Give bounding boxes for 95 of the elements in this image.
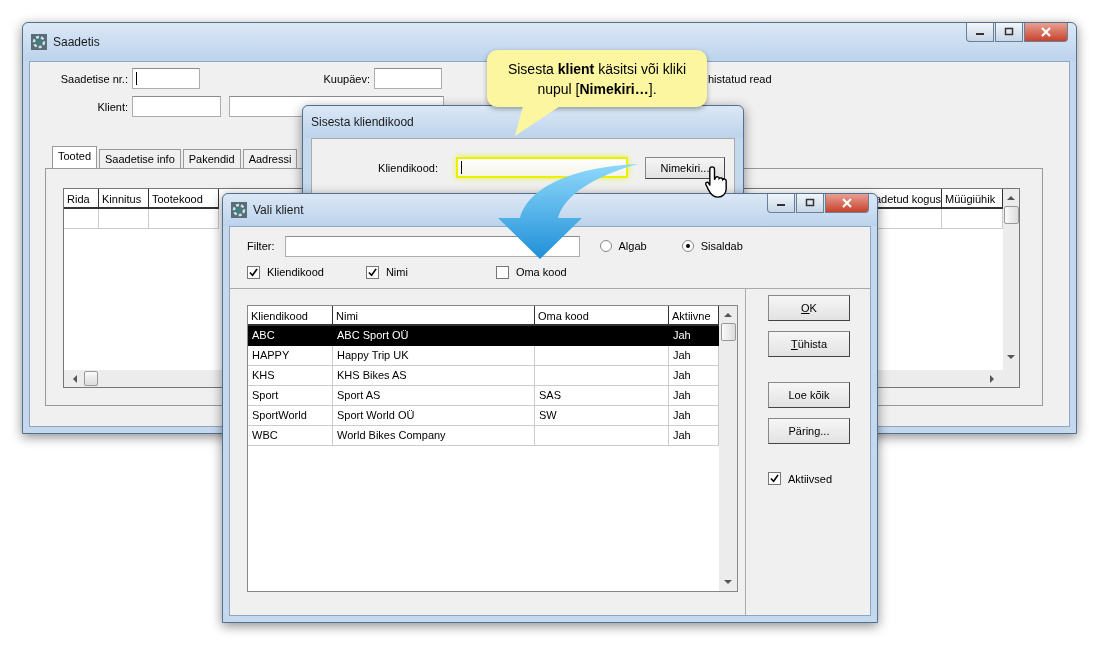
vertical-scrollbar[interactable] (1003, 189, 1019, 387)
checkbox[interactable] (247, 265, 260, 279)
maximize-icon (1004, 27, 1014, 37)
dialog-button[interactable]: Päring... (768, 418, 850, 444)
table-cell: Happy Trip UK (337, 349, 409, 361)
maximize-icon (805, 198, 815, 208)
table-cell (149, 209, 219, 229)
table-row[interactable]: Sport Sport AS SAS Jah (248, 386, 719, 406)
window-title: Sisesta kliendikood (311, 115, 414, 129)
table-cell: Sport (252, 389, 279, 401)
dialog-button[interactable]: Tühista (768, 331, 850, 357)
input-field[interactable] (374, 68, 442, 89)
close-button[interactable] (825, 194, 869, 213)
table-cell: SW (539, 409, 557, 421)
table-cell: Sport World OÜ (337, 409, 415, 421)
column-header[interactable]: Rida (64, 189, 99, 209)
table-cell: SportWorld (252, 409, 307, 421)
app-icon (31, 34, 47, 50)
filter-field[interactable] (284, 235, 580, 257)
list-button[interactable]: Nimekiri... (645, 156, 725, 179)
field-label: Kuupäev: (322, 72, 371, 85)
scroll-down-icon[interactable] (724, 579, 732, 585)
table-cell: World Bikes Company (337, 429, 446, 441)
field-label: Saadetise nr.: (59, 72, 129, 85)
table-cell: Jah (673, 389, 691, 401)
close-icon (1041, 27, 1051, 37)
close-button[interactable] (1024, 23, 1068, 42)
maximize-button[interactable] (796, 194, 824, 213)
field-label: Klient: (96, 100, 129, 113)
table-row[interactable]: HAPPY Happy Trip UK Jah (248, 346, 719, 366)
dialog-button[interactable]: Loe kõik (768, 382, 850, 408)
column-header[interactable]: Aktiivne (669, 306, 719, 326)
tab[interactable]: Aadressi (242, 149, 298, 168)
input-field[interactable] (132, 68, 200, 89)
table-cell (99, 209, 149, 229)
table-cell (64, 209, 99, 229)
scroll-thumb[interactable] (84, 371, 98, 386)
checkbox[interactable] (768, 472, 781, 485)
window-title: Vali klient (253, 203, 304, 217)
scroll-thumb[interactable] (1003, 206, 1019, 224)
column-header[interactable]: Nimi (333, 306, 535, 326)
minimize-button[interactable] (966, 23, 994, 42)
column-header[interactable]: Kinnitus (99, 189, 149, 209)
table-row[interactable]: KHS KHS Bikes AS Jah (248, 366, 719, 386)
scroll-up-icon[interactable] (724, 312, 732, 318)
checkbox-label: Aktiivsed (788, 472, 833, 485)
scroll-left-icon[interactable] (72, 374, 78, 383)
table-row[interactable]: SportWorld Sport World OÜ SW Jah (248, 406, 719, 426)
close-icon (842, 198, 852, 208)
radio-label: Sisaldab (700, 240, 743, 252)
table-cell: Sport AS (337, 389, 381, 401)
checkbox[interactable] (495, 265, 509, 279)
table-row[interactable]: WBC World Bikes Company Jah (248, 426, 719, 446)
field-label: Filter: (247, 240, 276, 252)
checkbox-label: Nimi (385, 266, 408, 278)
table-cell: Jah (673, 329, 691, 341)
table-cell: KHS (252, 369, 275, 381)
checkbox[interactable] (365, 265, 379, 279)
checkbox-label: Oma kood (515, 266, 567, 278)
table-cell: Jah (673, 429, 691, 441)
radio-button[interactable] (681, 240, 694, 252)
scroll-up-icon[interactable] (1007, 195, 1015, 201)
scroll-right-icon[interactable] (989, 374, 995, 383)
tab[interactable]: Saadetise info (99, 149, 181, 168)
table-cell: HAPPY (252, 349, 290, 361)
checkbox-label: Kliendikood (267, 266, 324, 278)
table-cell: SAS (539, 389, 561, 401)
radio-label: Algab (618, 240, 647, 252)
table-cell: ABC (252, 329, 275, 341)
table-cell: Jah (673, 409, 691, 421)
table-cell: ABC Sport OÜ (337, 329, 409, 341)
window-title: Saadetis (53, 35, 100, 49)
scroll-thumb[interactable] (720, 323, 736, 341)
tab[interactable]: Pakendid (182, 149, 241, 168)
input-field[interactable] (132, 96, 221, 117)
column-header[interactable]: Müügiühik (942, 189, 1003, 209)
maximize-button[interactable] (995, 23, 1023, 42)
scroll-down-icon[interactable] (1007, 354, 1015, 360)
app-icon (231, 202, 247, 218)
minimize-button[interactable] (767, 194, 795, 213)
column-header[interactable]: Kliendikood (248, 306, 333, 326)
tab[interactable]: Tooted (52, 146, 98, 168)
table-cell: KHS Bikes AS (337, 369, 407, 381)
dialog-button[interactable]: OK (768, 295, 850, 321)
table-cell: Jah (673, 349, 691, 361)
field-label: Kliendikood: (377, 161, 439, 174)
callout-text: Sisesta klient käsitsi või kliki nupul [Nimekiri…]. (506, 59, 688, 99)
table-row[interactable]: ABC ABC Sport OÜ Jah (248, 326, 719, 346)
table-cell: Jah (673, 369, 691, 381)
column-header[interactable]: Oma kood (535, 306, 669, 326)
checkbox-label: histatud read (708, 72, 772, 85)
radio-button[interactable] (599, 240, 612, 252)
column-header[interactable]: Tootekood (149, 189, 219, 209)
table-cell: WBC (252, 429, 278, 441)
vertical-scrollbar[interactable] (719, 306, 737, 591)
